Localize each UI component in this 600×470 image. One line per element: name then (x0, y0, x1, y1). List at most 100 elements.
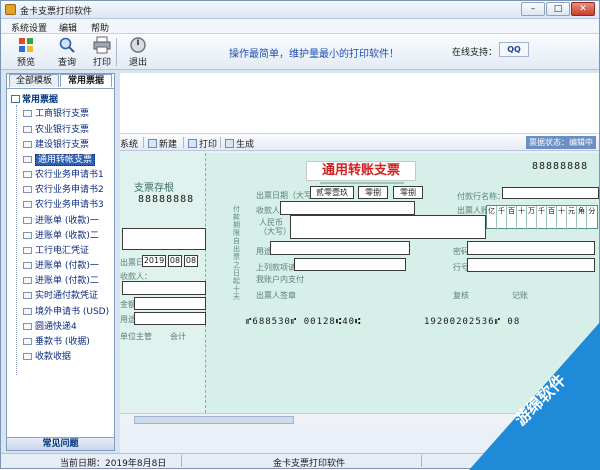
payer-bank-label: 付款行名称： (457, 192, 505, 201)
app-window: 金卡支票打印软件 – □ ✕ 系统设置 编辑 帮助 预览 查询 打印 退出 操作… (0, 0, 600, 470)
validity-note: 付款期限自出票之日起十天 (233, 205, 240, 301)
exit-button[interactable]: 退出 (123, 36, 153, 68)
stub-number: 88888888 (138, 194, 195, 205)
stub-memo-field[interactable] (122, 228, 206, 250)
window-title: 金卡支票打印软件 (20, 7, 93, 17)
menu-edit[interactable]: 编辑 (59, 21, 77, 34)
slogan-text: 操作最简单，维护量最小的打印软件！ (229, 49, 399, 60)
folder-icon (11, 95, 20, 103)
editor-toolbar: 系统 新建 打印 生成 票据状态：编辑中 (120, 133, 599, 151)
tree-item-general-transfer-check[interactable]: 通用转帐支票 (23, 152, 96, 166)
stub-month-field[interactable]: 08 (168, 255, 182, 267)
document-icon (23, 277, 32, 284)
tree-item-abc-application-1[interactable]: 农行业务申请书1 (23, 167, 104, 180)
tree-item-ccb-check[interactable]: 建设银行支票 (23, 137, 89, 150)
amount-words-field[interactable] (290, 215, 486, 239)
document-icon (23, 201, 32, 208)
document-icon (23, 353, 32, 360)
tree-connector (16, 105, 17, 375)
print-button[interactable]: 打印 (87, 36, 117, 68)
preview-button[interactable]: 预览 (11, 36, 41, 68)
query-icon (59, 37, 75, 53)
check-title: 通用转账支票 (306, 161, 416, 181)
template-panel: 全部模板 常用票据 常用票据 工商银行支票 农业银行支票 建设银行支票 通用转帐… (6, 73, 115, 451)
system-menu[interactable]: 系统 (120, 137, 138, 150)
payer-bank-field[interactable] (502, 187, 599, 199)
tree-root[interactable]: 常用票据 (11, 92, 58, 105)
toolbar-separator (183, 137, 184, 148)
menu-help[interactable]: 帮助 (91, 21, 109, 34)
menu-bar: 系统设置 编辑 帮助 (1, 19, 599, 34)
document-icon (23, 232, 32, 239)
tree-item-yto-express[interactable]: 圆通快递4 (23, 319, 77, 332)
tree-item-icbc-wire[interactable]: 工行电汇凭证 (23, 243, 89, 256)
tab-common-bills[interactable]: 常用票据 (60, 74, 112, 87)
document-icon (23, 308, 32, 315)
document-icon (23, 141, 32, 148)
stub-day-field[interactable]: 08 (184, 255, 198, 267)
faq-button[interactable]: 常见问题 (7, 437, 114, 450)
generate-button[interactable]: 生成 (225, 137, 254, 150)
tab-all-templates[interactable]: 全部模板 (9, 74, 59, 87)
editor-blank-area (120, 73, 599, 133)
password-field[interactable] (467, 241, 595, 255)
tree-item-realtime-payment[interactable]: 实时通付款凭证 (23, 288, 98, 301)
printer-icon (188, 139, 197, 148)
status-separator (421, 455, 422, 467)
close-button[interactable]: ✕ (571, 2, 595, 16)
menu-system-settings[interactable]: 系统设置 (11, 21, 47, 34)
status-separator (181, 455, 182, 467)
tree-item-overseas-usd[interactable]: 境外申请书 (USD) (23, 304, 109, 317)
scrollbar-thumb[interactable] (134, 416, 294, 424)
tree-item-deposit-slip-out-1[interactable]: 进账单 (付款)一 (23, 258, 99, 271)
print-button[interactable]: 打印 (188, 137, 217, 150)
tree-item-remittance-receipt[interactable]: 垂款书 (收据) (23, 334, 90, 347)
stub-use-field[interactable] (134, 312, 206, 325)
account-field[interactable] (294, 258, 406, 271)
review-label: 复核 (453, 291, 469, 300)
date-month-field[interactable]: 零捌 (358, 186, 388, 199)
minimize-button[interactable]: – (521, 2, 545, 16)
date-year-field[interactable]: 贰零壹玖 (310, 186, 354, 199)
use-field[interactable] (270, 241, 410, 255)
line-number-field[interactable] (467, 258, 595, 272)
generate-icon (225, 139, 234, 148)
tree-item-icbc-check[interactable]: 工商银行支票 (23, 106, 89, 119)
check-stub: 支票存根 88888888 出票日期 2019 08 08 收款人： 金额： 用… (120, 153, 206, 413)
date-day-field[interactable]: 零捌 (393, 186, 423, 199)
maximize-button[interactable]: □ (546, 2, 570, 16)
new-button[interactable]: 新建 (148, 137, 177, 150)
stub-year-field[interactable]: 2019 (142, 255, 166, 267)
stub-manager-label: 单位主管 (120, 332, 152, 341)
stub-title: 支票存根 (134, 183, 174, 194)
tree-item-deposit-slip-out-2[interactable]: 进账单 (付款)二 (23, 273, 99, 286)
stub-amount-field[interactable] (134, 297, 206, 310)
toolbar-separator (116, 38, 117, 66)
amount-digit-grid[interactable]: 亿 千 百 十 万 千 百 十 元 角 分 (486, 205, 598, 230)
stub-payee-field[interactable] (122, 281, 206, 295)
status-app-name: 金卡支票打印软件 (273, 459, 346, 469)
query-button[interactable]: 查询 (52, 36, 82, 68)
printer-icon (93, 36, 111, 54)
document-icon (23, 217, 32, 224)
amount-label: 人民币 （大写） (259, 218, 291, 236)
document-icon (23, 171, 32, 178)
document-icon (23, 126, 32, 133)
qq-button[interactable]: QQ (499, 42, 529, 57)
tree-item-abc-application-2[interactable]: 农行业务申请书2 (23, 182, 104, 195)
document-icon (23, 186, 32, 193)
tree-item-abc-application-3[interactable]: 农行业务申请书3 (23, 197, 104, 210)
title-bar: 金卡支票打印软件 – □ ✕ (1, 1, 599, 19)
document-icon (23, 338, 32, 345)
current-date: 当前日期：2019年8月8日 (60, 459, 167, 469)
tree-item-deposit-slip-in-2[interactable]: 进账单 (收款)二 (23, 228, 99, 241)
new-icon (148, 139, 157, 148)
status-badge: 票据状态：编辑中 (526, 136, 596, 149)
toolbar: 预览 查询 打印 退出 操作最简单，维护量最小的打印软件！ 在线支持： QQ (1, 34, 599, 70)
tree-item-deposit-slip-in-1[interactable]: 进账单 (收款)一 (23, 213, 99, 226)
tree-item-abc-check[interactable]: 农业银行支票 (23, 122, 89, 135)
payee-field[interactable] (280, 201, 415, 215)
tree-item-receipt[interactable]: 收款收据 (23, 349, 71, 362)
document-icon (23, 110, 32, 117)
stub-accountant-label: 会计 (170, 332, 186, 341)
